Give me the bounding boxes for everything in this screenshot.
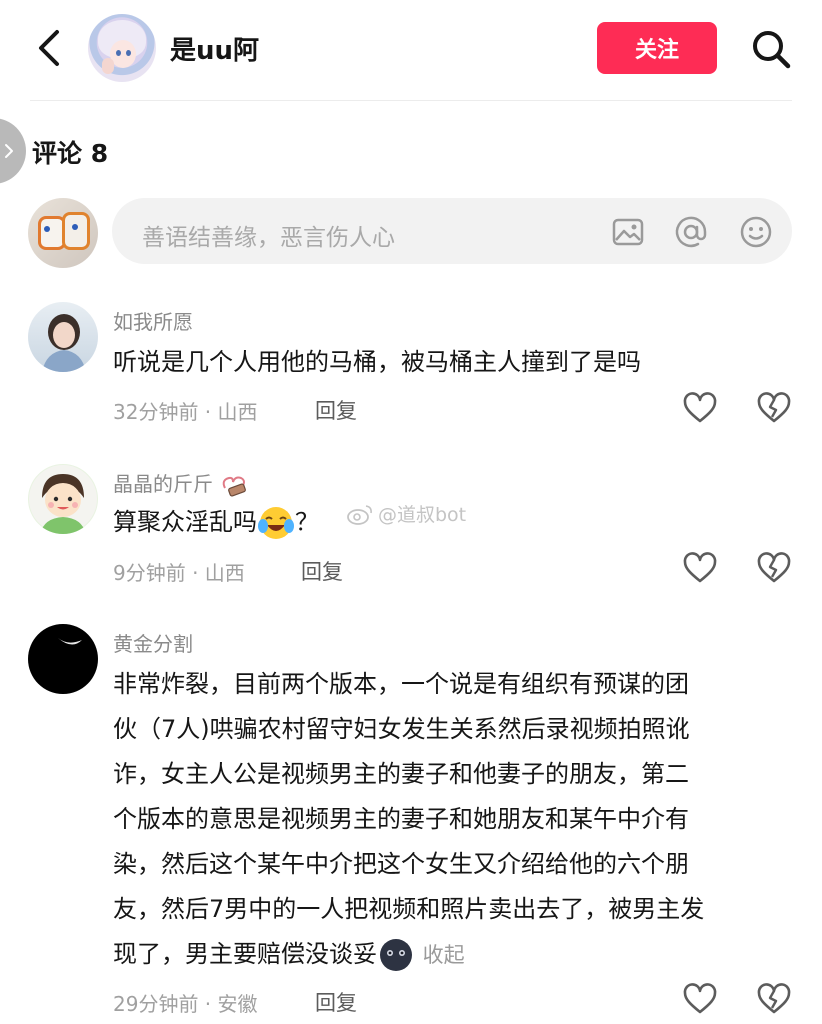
side-expand-tab[interactable] [0, 118, 26, 184]
comment-text: 听说是几个人用他的马桶，被马桶主人撞到了是吗 [113, 348, 641, 376]
commenter-avatar[interactable] [28, 464, 98, 534]
top-bar: 是uu阿 关注 [0, 0, 822, 100]
search-icon [753, 31, 791, 69]
reply-button[interactable]: 回复 [315, 987, 357, 1017]
commenter-name[interactable]: 晶晶的斤斤 [113, 468, 249, 498]
chevron-right-icon [5, 144, 13, 158]
comment-line: 诈，女主人公是视频男主的妻子和他妻子的朋友，第二 [113, 760, 689, 788]
like-button[interactable] [682, 390, 718, 426]
collapse-button[interactable]: 收起 [423, 943, 465, 967]
dislike-button[interactable] [756, 390, 792, 426]
heart-icon [683, 552, 717, 583]
my-avatar [28, 198, 98, 268]
person-photo-icon [42, 314, 86, 372]
dark-face-emoji-icon [380, 939, 412, 971]
at-icon [675, 216, 707, 248]
crescent-moon-icon [58, 638, 82, 645]
comment-meta: 29分钟前 · 安徽 [113, 992, 258, 1016]
commenter-avatar[interactable] [28, 624, 98, 694]
chevron-left-icon [39, 30, 59, 66]
like-button[interactable] [682, 550, 718, 586]
decorative-badge-icon [223, 476, 247, 497]
dislike-button[interactable] [756, 550, 792, 586]
comment-line: 染，然后这个某午中介把这个女生又介绍给他的六个朋 [113, 850, 689, 878]
comment-line: 伙（7人)哄骗农村留守妇女发生关系然后录视频拍照讹 [113, 715, 690, 743]
comment-text-suffix: ？ [295, 508, 319, 536]
comment-text: 非常炸裂，目前两个版本，一个说是有组织有预谋的团 伙（7人)哄骗农村留守妇女发生… [113, 662, 793, 978]
crying-laughing-emoji-icon [258, 507, 294, 539]
commenter-avatar[interactable] [28, 302, 98, 372]
like-button[interactable] [682, 981, 718, 1017]
commenter-name[interactable]: 如我所愿 [113, 306, 193, 335]
heart-icon [683, 983, 717, 1014]
image-button[interactable] [610, 214, 646, 250]
reply-button[interactable]: 回复 [315, 395, 357, 425]
commenter-name-text: 晶晶的斤斤 [113, 472, 213, 496]
comment-input[interactable]: 善语结善缘，恶言伤人心 [112, 198, 792, 264]
comment-text-body: 算聚众淫乱吗 [113, 508, 257, 536]
cartoon-kid-icon [29, 465, 97, 534]
comment-line: 个版本的意思是视频男主的妻子和她朋友和某午中介有 [113, 805, 689, 833]
comment-line: 友，然后7男中的一人把视频和照片卖出去了，被男主发 [113, 895, 705, 923]
smiley-icon [740, 216, 772, 248]
follow-button[interactable]: 关注 [597, 22, 717, 74]
commenter-name[interactable]: 黄金分割 [113, 628, 193, 657]
dislike-button[interactable] [756, 981, 792, 1017]
comment-meta: 9分钟前 · 山西 [113, 561, 245, 585]
back-button[interactable] [28, 26, 68, 70]
watermark: @道叔bot [346, 500, 466, 527]
reply-button[interactable]: 回复 [301, 556, 343, 586]
comments-title: 评论 8 [32, 139, 109, 168]
comment-line-last: 现了，男主要赔偿没谈妥 收起 [113, 932, 793, 978]
watermark-text: @道叔bot [378, 504, 467, 526]
image-icon [612, 218, 644, 246]
header-divider [30, 100, 792, 101]
comment-meta: 32分钟前 · 山西 [113, 400, 258, 424]
comment-input-placeholder: 善语结善缘，恶言伤人心 [142, 225, 395, 251]
weibo-logo-icon [347, 504, 372, 525]
broken-heart-icon [757, 392, 791, 423]
broken-heart-icon [757, 552, 791, 583]
comment-line: 现了，男主要赔偿没谈妥 [113, 940, 377, 968]
broken-heart-icon [757, 983, 791, 1014]
search-button[interactable] [748, 26, 794, 72]
user-avatar[interactable] [88, 14, 156, 82]
emoji-button[interactable] [738, 214, 774, 250]
username[interactable]: 是uu阿 [170, 30, 259, 67]
heart-icon [683, 392, 717, 423]
mention-button[interactable] [673, 214, 709, 250]
comment-line: 非常炸裂，目前两个版本，一个说是有组织有预谋的团 [113, 670, 689, 698]
